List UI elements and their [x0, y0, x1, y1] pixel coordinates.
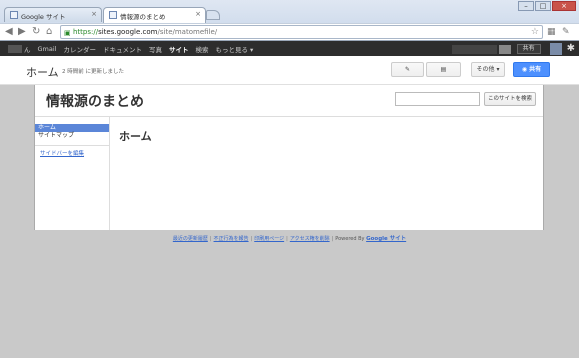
share-label: 共有: [529, 66, 542, 73]
url-scheme: https://: [73, 28, 99, 36]
sidebar: ホーム サイトマップ サイドバーを編集: [35, 117, 110, 230]
forward-icon[interactable]: ▶: [18, 26, 26, 38]
gbar-item-photos[interactable]: 写真: [149, 44, 162, 54]
tab-google-sites[interactable]: Google サイト ×: [4, 7, 102, 22]
footer-separator: |: [250, 236, 253, 242]
gbar-account: 共有 ✱: [451, 43, 575, 55]
lock-icon: ▣: [64, 29, 71, 37]
sidebar-divider: [35, 145, 109, 146]
gbar-nav: ん Gmail カレンダー ドキュメント 写真 サイト 検索 もっと見る ▾: [8, 41, 260, 56]
last-updated: 2 時間前 に更新しました: [62, 69, 124, 75]
footer-link-recent-activity[interactable]: 最近の更新履歴: [173, 236, 208, 242]
edit-sidebar-link[interactable]: サイドバーを編集: [35, 149, 109, 157]
new-tab-button[interactable]: [206, 10, 220, 20]
footer-link-print[interactable]: 印刷用ページ: [254, 236, 284, 242]
tab-label: Google サイト: [21, 13, 66, 21]
tab-label: 情報源のまとめ: [120, 13, 166, 21]
edit-page-button[interactable]: ✎: [391, 62, 424, 77]
gbar-item-gmail[interactable]: Gmail: [38, 45, 57, 53]
close-window-button[interactable]: ×: [552, 1, 576, 11]
tab-current-site[interactable]: 情報源のまとめ ×: [103, 7, 206, 23]
extension-icon[interactable]: ▦: [547, 26, 556, 38]
reload-icon[interactable]: ↻: [32, 26, 40, 38]
site-footer: 最近の更新履歴 | 不正行為を報告 | 印刷用ページ | アクセス権を削除 | Powered …: [0, 234, 579, 242]
google-bar: ん Gmail カレンダー ドキュメント 写真 サイト 検索 もっと見る ▾ 共…: [0, 41, 579, 56]
content-title: ホーム: [119, 130, 152, 143]
footer-separator: |: [331, 236, 334, 242]
sidebar-item-home[interactable]: ホーム: [35, 124, 109, 132]
url-host: sites.google.com: [98, 28, 158, 36]
window-controls: – □ ×: [517, 1, 576, 11]
new-page-icon: ▤: [440, 66, 447, 73]
site-search-button[interactable]: このサイトを検索: [484, 92, 536, 106]
gbar-item-docs[interactable]: ドキュメント: [103, 44, 142, 54]
wrench-icon[interactable]: ✎: [562, 26, 570, 38]
close-icon[interactable]: ×: [195, 10, 201, 18]
user-avatar: [8, 44, 22, 53]
new-page-button[interactable]: ▤: [426, 62, 461, 77]
address-bar[interactable]: ▣ https://sites.google.com/site/matomefi…: [60, 25, 543, 39]
site-page: 情報源のまとめ このサイトを検索 ホーム サイトマップ サイドバーを編集 ホーム: [34, 85, 544, 230]
maximize-button[interactable]: □: [535, 1, 551, 11]
footer-powered-by: Powered By: [335, 236, 365, 242]
footer-separator: |: [286, 236, 288, 242]
gbar-item-sites[interactable]: サイト: [169, 44, 189, 54]
share-button[interactable]: ◉ 共有: [513, 62, 550, 77]
gbar-item-user[interactable]: ん: [24, 44, 31, 54]
profile-photo[interactable]: [549, 43, 562, 55]
site-name[interactable]: 情報源のまとめ: [46, 91, 144, 111]
account-avatar[interactable]: [498, 44, 511, 54]
url-path: /site/matomefile/: [157, 28, 218, 36]
footer-separator: |: [209, 236, 212, 242]
sites-toolbar: ホーム 2 時間前 に更新しました ✎ ▤ その他 ▾ ◉ 共有: [0, 56, 579, 85]
minimize-button[interactable]: –: [518, 1, 534, 11]
back-icon[interactable]: ◀: [5, 26, 13, 38]
home-icon[interactable]: ⌂: [46, 26, 52, 38]
more-actions-button[interactable]: その他 ▾: [471, 62, 505, 77]
page-title: ホーム: [26, 66, 59, 79]
page-icon: [109, 11, 117, 19]
page-icon: [10, 11, 18, 19]
site-header: 情報源のまとめ このサイトを検索: [35, 85, 543, 117]
site-search-input[interactable]: [395, 92, 480, 106]
sidebar-item-sitemap[interactable]: サイトマップ: [35, 132, 109, 140]
footer-brand-link[interactable]: Google サイト: [366, 236, 406, 242]
gear-icon[interactable]: ✱: [567, 44, 575, 54]
browser-chrome: Google サイト × 情報源のまとめ × – □ × ◀ ▶ ↻ ⌂ ▣ h…: [0, 0, 579, 41]
globe-icon: ◉: [521, 66, 528, 73]
close-icon[interactable]: ×: [91, 10, 97, 18]
browser-toolbar: ◀ ▶ ↻ ⌂ ▣ https://sites.google.com/site/…: [0, 23, 579, 40]
gbar-item-search[interactable]: 検索: [195, 44, 208, 54]
pencil-icon: ✎: [404, 66, 411, 73]
star-icon[interactable]: ☆: [531, 26, 539, 38]
gbar-item-calendar[interactable]: カレンダー: [63, 44, 96, 54]
account-email[interactable]: [451, 44, 497, 54]
gbar-share-button[interactable]: 共有: [516, 44, 541, 54]
footer-link-remove-access[interactable]: アクセス権を削除: [290, 236, 330, 242]
gbar-item-more[interactable]: もっと見る ▾: [215, 44, 253, 54]
footer-link-report-abuse[interactable]: 不正行為を報告: [214, 236, 249, 242]
